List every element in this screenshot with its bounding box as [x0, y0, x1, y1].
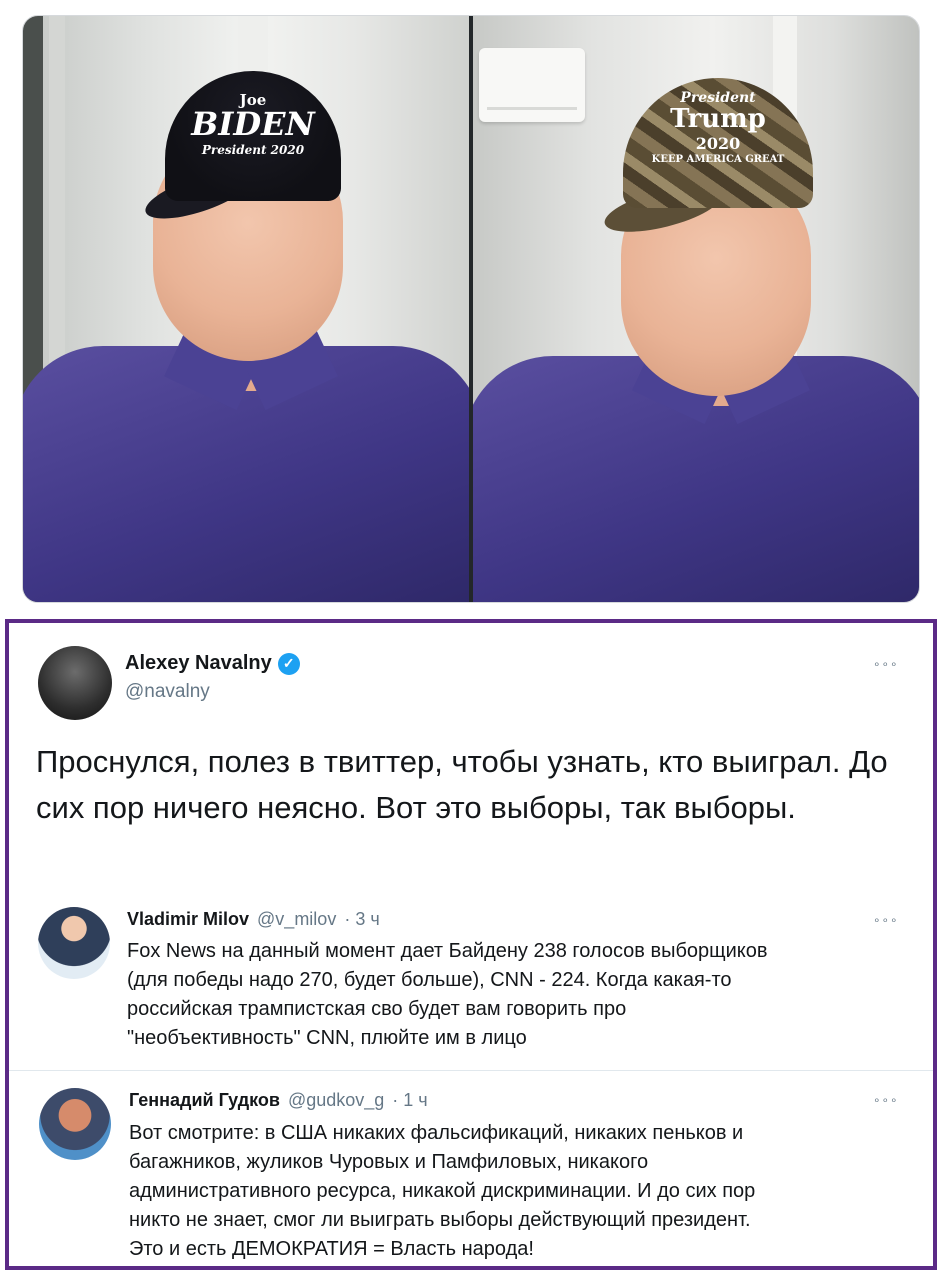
reply-more-options-icon[interactable]: ∘∘∘	[873, 913, 899, 927]
reply-header: Геннадий Гудков @gudkov_g · 1 ч	[129, 1090, 428, 1111]
reply-timestamp[interactable]: · 1 ч	[392, 1090, 427, 1111]
reply-text-line: (для победы надо 270, будет больше), CNN…	[127, 969, 732, 991]
reply-text: Fox News на данный момент дает Байдену 2…	[127, 937, 897, 1053]
reply-more-options-icon[interactable]: ∘∘∘	[873, 1093, 899, 1107]
cap-text-line2: BIDEN	[191, 105, 315, 143]
more-options-icon[interactable]: ∘∘∘	[873, 657, 899, 671]
reply-author-handle[interactable]: @v_milov	[257, 909, 336, 930]
author-handle[interactable]: @navalny	[125, 681, 210, 703]
reply-text-line: Вот смотрите: в США никаких фальсификаци…	[129, 1122, 744, 1144]
reply-text-line: российская трампистская сво будет вам го…	[127, 998, 627, 1020]
reply-text-line: багажников, жуликов Чуровых и Памфиловых…	[129, 1151, 649, 1173]
reply-text-line: административного ресурса, никакой дискр…	[129, 1180, 756, 1202]
reply-timestamp[interactable]: · 3 ч	[344, 909, 379, 930]
reply-avatar-gudkov[interactable]	[39, 1088, 111, 1160]
author-name[interactable]: Alexey Navalny	[125, 652, 272, 675]
photo-left-biden-cap: Joe BIDEN President 2020	[23, 16, 470, 602]
cap-text-line4: KEEP AMERICA GREAT	[651, 154, 785, 165]
tweet-card[interactable]: Alexey Navalny ✓ @navalny ∘∘∘ Проснулся,…	[5, 619, 937, 1270]
reply-text-line: Fox News на данный момент дает Байдену 2…	[127, 940, 768, 962]
photo-right-trump-cap: President Trump 2020 KEEP AMERICA GREAT	[472, 16, 919, 602]
air-conditioner	[478, 48, 585, 122]
verified-badge-icon: ✓	[277, 652, 300, 675]
cap-text-line2: Trump	[670, 104, 766, 134]
reply-text: Вот смотрите: в США никаких фальсификаци…	[129, 1119, 899, 1264]
reply-text-line: никто не знает, смог ли выиграть выборы …	[129, 1209, 751, 1231]
tweet-photo[interactable]: Joe BIDEN President 2020 President Trump…	[22, 15, 920, 603]
tweet-text: Проснулся, полез в твиттер, чтобы узнать…	[36, 744, 888, 825]
reply-author-handle[interactable]: @gudkov_g	[288, 1090, 384, 1111]
reply-author-name[interactable]: Vladimir Milov	[127, 909, 249, 930]
cap-text-line3: 2020	[695, 134, 741, 153]
author-avatar[interactable]	[38, 646, 112, 720]
reply-separator	[9, 1070, 933, 1071]
cap-text-line3: President 2020	[201, 143, 305, 157]
reply-text-line: "необъективность" CNN, плюйте им в лицо	[127, 1027, 527, 1049]
reply-avatar-milov[interactable]	[38, 907, 110, 979]
reply-author-name[interactable]: Геннадий Гудков	[129, 1090, 280, 1111]
author-name-row[interactable]: Alexey Navalny ✓	[125, 652, 300, 675]
reply-text-line: Это и есть ДЕМОКРАТИЯ = Власть народа!	[129, 1238, 534, 1260]
reply-header: Vladimir Milov @v_milov · 3 ч	[127, 909, 380, 930]
